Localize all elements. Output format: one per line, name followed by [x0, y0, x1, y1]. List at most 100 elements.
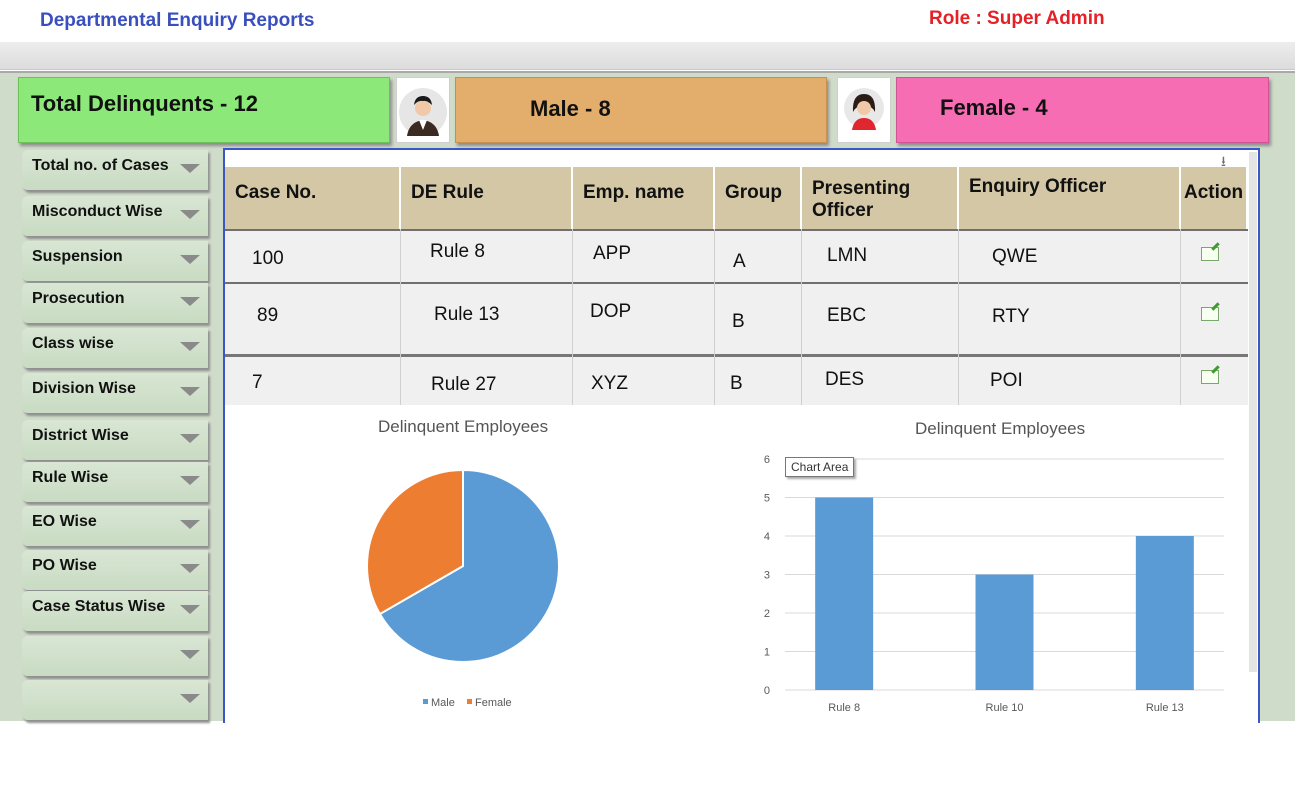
- case-no-cell: 89: [257, 305, 279, 326]
- group-cell: B: [732, 311, 745, 332]
- pie-chart-container[interactable]: Delinquent Employees Male Female: [225, 405, 703, 722]
- female-count-label: Female - 4: [940, 95, 1048, 120]
- emp-name-cell: DOP: [590, 301, 632, 322]
- y-tick-label: 0: [764, 685, 770, 697]
- bar-chart: 0 1 2 3 4 5 6 Rule 8 Rule 10 Rule 13: [764, 454, 1224, 714]
- male-count-card[interactable]: Male - 8: [455, 77, 827, 143]
- column-header-label: Emp. name: [583, 182, 685, 203]
- rule-cell: Rule 13: [434, 304, 500, 325]
- bar-rule-13[interactable]: [1135, 536, 1194, 690]
- column-header-de-rule[interactable]: DE Rule: [401, 167, 572, 229]
- sidebar-item-total-cases[interactable]: Total no. of Cases: [22, 150, 208, 190]
- sidebar-item-empty-1[interactable]: [22, 636, 208, 676]
- chevron-down-icon: [180, 164, 200, 173]
- edit-icon[interactable]: [1201, 247, 1219, 261]
- column-divider: [400, 229, 401, 405]
- bar-chart-container[interactable]: Delinquent Employees 0 1 2 3 4 5 6 Rule 8 Rule 1…: [760, 405, 1249, 722]
- sidebar-item-district-wise[interactable]: District Wise: [22, 420, 208, 460]
- presenting-officer-cell: EBC: [827, 305, 867, 326]
- sidebar-item-case-status-wise[interactable]: Case Status Wise: [22, 591, 208, 631]
- column-header-case-no[interactable]: Case No.: [225, 167, 400, 229]
- sidebar-item-label: Case Status Wise: [32, 598, 166, 615]
- column-header-label: Presenting Officer: [812, 178, 911, 221]
- sidebar-item-label: EO Wise: [32, 513, 97, 530]
- sidebar-item-misconduct[interactable]: Misconduct Wise: [22, 196, 208, 236]
- sidebar-item-empty-2[interactable]: [22, 680, 208, 720]
- bar-chart-title: Delinquent Employees: [915, 419, 1086, 438]
- pie-chart-title: Delinquent Employees: [378, 417, 549, 436]
- column-divider: [714, 229, 715, 405]
- rule-cell: Rule 8: [430, 241, 485, 262]
- sidebar-item-label: Rule Wise: [32, 469, 109, 486]
- y-tick-label: 5: [764, 493, 770, 505]
- column-header-label: Action: [1184, 182, 1244, 203]
- column-divider: [1180, 229, 1181, 405]
- vertical-scrollbar[interactable]: [1249, 152, 1257, 672]
- sidebar-item-division-wise[interactable]: Division Wise: [22, 373, 208, 413]
- y-tick-label: 3: [764, 570, 770, 582]
- sidebar-item-label: District Wise: [32, 427, 129, 444]
- rule-cell: Rule 27: [431, 374, 497, 395]
- app-title: Departmental Enquiry Reports: [40, 10, 315, 31]
- chevron-down-icon: [180, 605, 200, 614]
- column-header-label: Enquiry Officer: [969, 176, 1107, 197]
- column-header-label: DE Rule: [411, 182, 484, 203]
- legend-entry: Female: [475, 697, 512, 709]
- female-count-card[interactable]: Female - 4: [896, 77, 1269, 143]
- chevron-down-icon: [180, 520, 200, 529]
- column-header-emp-name[interactable]: Emp. name: [573, 167, 714, 229]
- enquiry-officer-cell: POI: [990, 370, 1023, 391]
- total-delinquents-label: Total Delinquents - 12: [31, 91, 258, 116]
- sidebar-item-rule-wise[interactable]: Rule Wise: [22, 462, 208, 502]
- female-user-icon: [837, 77, 891, 143]
- column-divider: [801, 229, 802, 405]
- sidebar-item-label: Prosecution: [32, 290, 125, 307]
- group-cell: A: [733, 251, 746, 272]
- y-tick-label: 2: [764, 608, 770, 620]
- chevron-down-icon: [180, 297, 200, 306]
- sidebar-item-po-wise[interactable]: PO Wise: [22, 550, 208, 590]
- column-header-label: Case No.: [235, 182, 317, 203]
- legend-swatch: [467, 699, 472, 704]
- chevron-down-icon: [180, 255, 200, 264]
- enquiry-officer-cell: QWE: [992, 246, 1038, 267]
- column-header-enquiry-officer[interactable]: Enquiry Officer: [959, 167, 1180, 229]
- top-toolbar-band: [0, 42, 1295, 70]
- y-tick-label: 4: [764, 531, 770, 543]
- column-header-presenting-officer[interactable]: Presenting Officer: [802, 167, 958, 229]
- sidebar-item-label: Suspension: [32, 248, 123, 265]
- sidebar-item-label: Total no. of Cases: [32, 157, 169, 174]
- chevron-down-icon: [180, 476, 200, 485]
- sidebar-item-eo-wise[interactable]: EO Wise: [22, 506, 208, 546]
- enquiry-officer-cell: RTY: [992, 306, 1030, 327]
- chevron-down-icon: [180, 564, 200, 573]
- presenting-officer-cell: DES: [825, 369, 865, 390]
- sidebar-item-prosecution[interactable]: Prosecution: [22, 283, 208, 323]
- presenting-officer-cell: LMN: [827, 245, 868, 266]
- group-cell: B: [730, 373, 743, 394]
- sidebar-item-suspension[interactable]: Suspension: [22, 241, 208, 281]
- x-tick-label: Rule 13: [1146, 702, 1184, 714]
- chevron-down-icon: [180, 694, 200, 703]
- role-label: Role : Super Admin: [929, 8, 1105, 29]
- legend-entry: Male: [431, 697, 455, 709]
- chevron-down-icon: [180, 650, 200, 659]
- bar-rule-8[interactable]: [815, 497, 874, 691]
- sidebar-item-label: Misconduct Wise: [32, 203, 163, 220]
- sidebar-item-label: PO Wise: [32, 557, 97, 574]
- edit-icon[interactable]: [1201, 370, 1219, 384]
- total-delinquents-card[interactable]: Total Delinquents - 12: [18, 77, 390, 143]
- column-header-group[interactable]: Group: [715, 167, 801, 229]
- column-divider: [958, 229, 959, 405]
- column-header-label: Group: [725, 182, 782, 203]
- male-user-icon: [396, 77, 450, 143]
- column-divider: [572, 229, 573, 405]
- bar-rule-10[interactable]: [975, 574, 1034, 691]
- legend-swatch: [423, 699, 428, 704]
- edit-icon[interactable]: [1201, 307, 1219, 321]
- emp-name-cell: APP: [593, 243, 632, 264]
- column-header-action[interactable]: Action: [1181, 167, 1247, 229]
- chevron-down-icon: [180, 210, 200, 219]
- sidebar-item-label: Division Wise: [32, 380, 136, 397]
- sidebar-item-class-wise[interactable]: Class wise: [22, 328, 208, 368]
